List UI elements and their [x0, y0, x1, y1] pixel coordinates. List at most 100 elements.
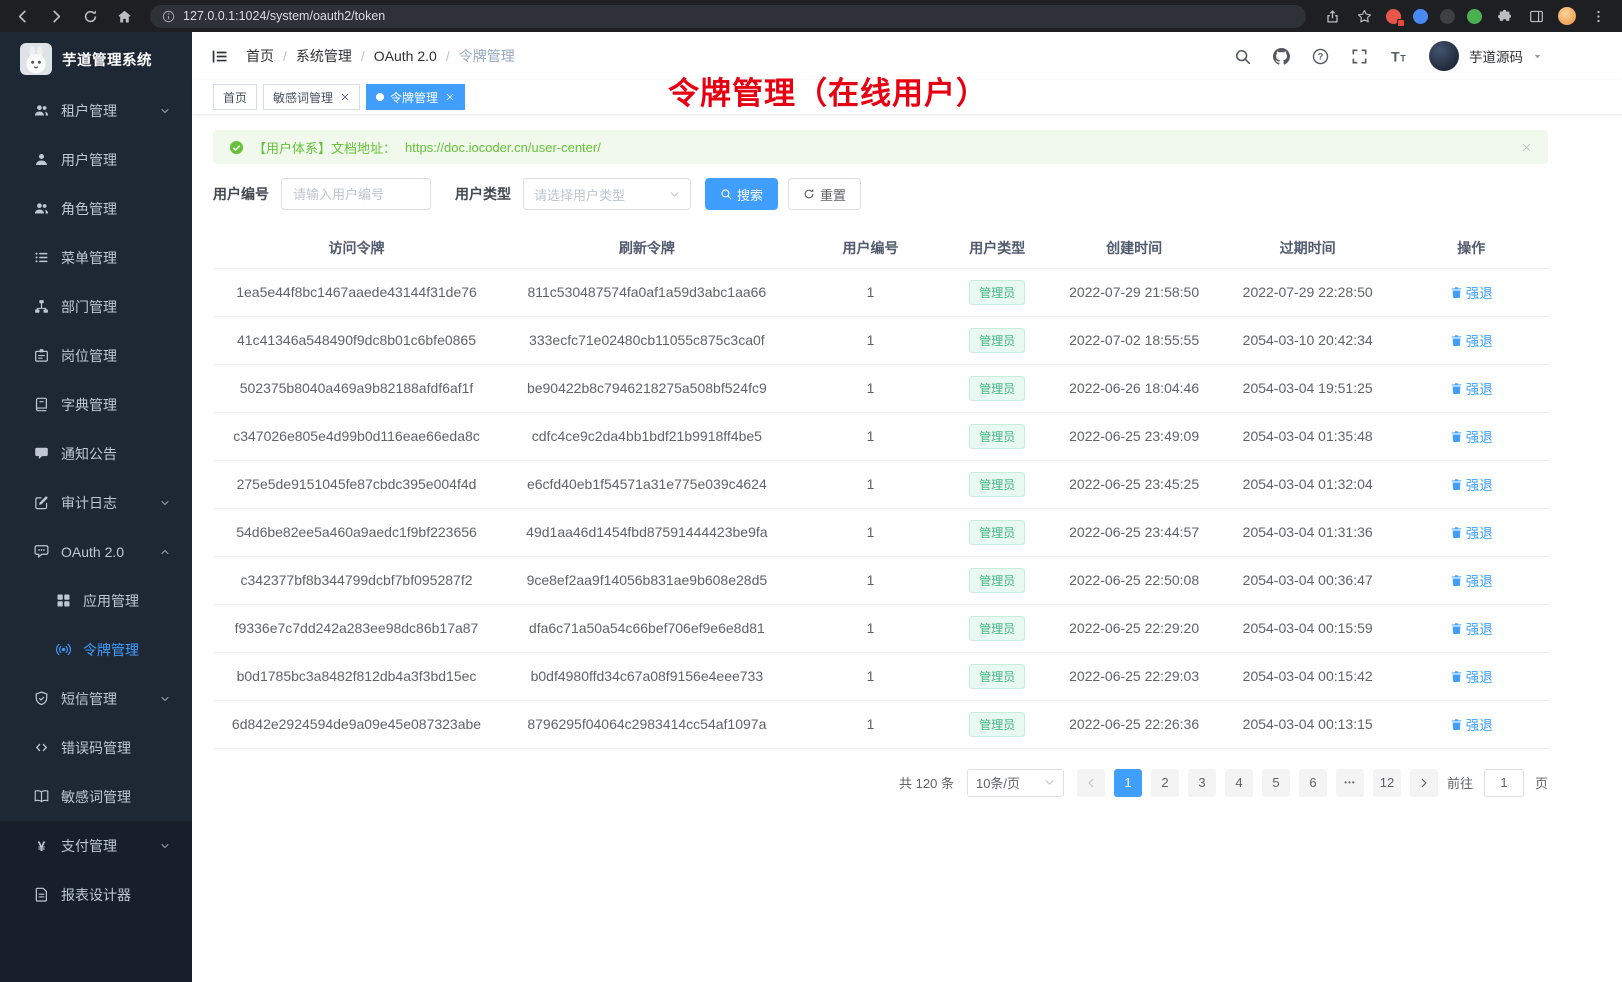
tab-sensitive-word[interactable]: 敏感词管理: [263, 84, 360, 110]
chevron-right-icon: [1418, 777, 1430, 789]
page-2-button[interactable]: 2: [1151, 769, 1179, 797]
user-icon: [34, 152, 49, 167]
app-logo[interactable]: 芋道管理系统: [0, 32, 192, 86]
sidebar-item-report-designer[interactable]: 报表设计器: [0, 870, 192, 919]
tab-token[interactable]: 令牌管理: [366, 84, 465, 110]
access-token-cell: 6d842e2924594de9a09e45e087323abe: [213, 700, 500, 748]
chevron-down-icon: [160, 498, 170, 508]
sidebar-item-notice[interactable]: 通知公告: [0, 429, 192, 478]
user-id-cell: 1: [794, 508, 948, 556]
sidebar-item-oauth2-token[interactable]: 令牌管理: [0, 625, 192, 674]
close-icon[interactable]: [340, 92, 350, 102]
force-logout-button[interactable]: 强退: [1450, 618, 1493, 638]
extension-1-button[interactable]: [1386, 9, 1401, 24]
sidebar-item-pay[interactable]: ¥支付管理: [0, 821, 192, 870]
goto-page-input[interactable]: [1484, 769, 1524, 797]
sidebar-item-audit-log[interactable]: 审计日志: [0, 478, 192, 527]
force-logout-button[interactable]: 强退: [1450, 522, 1493, 542]
tab-label: 令牌管理: [390, 89, 438, 106]
home-button[interactable]: [114, 6, 134, 26]
force-logout-button[interactable]: 强退: [1450, 426, 1493, 446]
profile-button[interactable]: [1558, 7, 1576, 25]
share-button[interactable]: [1322, 6, 1342, 26]
reset-button[interactable]: 重置: [788, 178, 861, 210]
fullscreen-button[interactable]: [1348, 45, 1370, 67]
force-logout-button[interactable]: 强退: [1450, 378, 1493, 398]
tree-icon: [34, 299, 49, 314]
sidebar-item-sms[interactable]: 短信管理: [0, 674, 192, 723]
action-cell: 强退: [1394, 508, 1548, 556]
close-icon[interactable]: [445, 92, 455, 102]
sidebar-item-role[interactable]: 角色管理: [0, 184, 192, 233]
sidebar-item-post[interactable]: 岗位管理: [0, 331, 192, 380]
page-4-button[interactable]: 4: [1225, 769, 1253, 797]
sidebar-item-menu[interactable]: 菜单管理: [0, 233, 192, 282]
force-logout-label: 强退: [1466, 618, 1493, 638]
page-1-button[interactable]: 1: [1114, 769, 1142, 797]
url-bar[interactable]: 127.0.0.1:1024/system/oauth2/token: [150, 5, 1306, 28]
collapse-sidebar-button[interactable]: [208, 45, 230, 67]
table-row: f9336e7c7dd242a283ee98dc86b17a87dfa6c71a…: [213, 604, 1548, 652]
sidebar-item-dict[interactable]: 字典管理: [0, 380, 192, 429]
page-6-button[interactable]: 6: [1299, 769, 1327, 797]
force-logout-button[interactable]: 强退: [1450, 570, 1493, 590]
sidebar-item-tenant[interactable]: 租户管理: [0, 86, 192, 135]
force-logout-button[interactable]: 强退: [1450, 330, 1493, 350]
forward-button[interactable]: [46, 6, 66, 26]
access-token-cell: b0d1785bc3a8482f812db4a3f3bd15ec: [213, 652, 500, 700]
breadcrumb-item[interactable]: OAuth 2.0: [374, 48, 437, 64]
extension-3-button[interactable]: [1440, 9, 1455, 24]
puzzle-button[interactable]: [1494, 6, 1514, 26]
breadcrumb-item[interactable]: 系统管理: [296, 46, 352, 66]
next-page-button[interactable]: [1410, 769, 1438, 797]
back-button[interactable]: [12, 6, 32, 26]
reload-button[interactable]: [80, 6, 100, 26]
user-menu-caret-icon[interactable]: [1533, 52, 1542, 61]
trash-icon: [1450, 574, 1463, 587]
panel-button[interactable]: [1526, 6, 1546, 26]
alert-close-icon[interactable]: [1521, 142, 1532, 153]
sidebar-item-oauth2-app[interactable]: 应用管理: [0, 576, 192, 625]
url-text: 127.0.0.1:1024/system/oauth2/token: [183, 9, 385, 23]
sidebar-item-label: 岗位管理: [61, 346, 170, 366]
extension-2-button[interactable]: [1413, 9, 1428, 24]
breadcrumb-item: 令牌管理: [459, 46, 515, 66]
filter-form: 用户编号 用户类型 请选择用户类型 搜索 重置: [213, 178, 1548, 210]
page-3-button[interactable]: 3: [1188, 769, 1216, 797]
site-info-icon[interactable]: [162, 10, 175, 23]
user-avatar[interactable]: [1429, 41, 1459, 71]
force-logout-button[interactable]: 强退: [1450, 714, 1493, 734]
star-button[interactable]: [1354, 6, 1374, 26]
user-type-select[interactable]: 请选择用户类型: [523, 178, 691, 210]
extension-4-button[interactable]: [1467, 9, 1482, 24]
page-12-button[interactable]: 12: [1373, 769, 1401, 797]
sidebar-item-error-code[interactable]: 错误码管理: [0, 723, 192, 772]
tab-home[interactable]: 首页: [213, 84, 257, 110]
sidebar-item-sensitive-word[interactable]: 敏感词管理: [0, 772, 192, 821]
page-size-select[interactable]: 10条/页: [967, 769, 1064, 797]
user-type-cell: 管理员: [947, 604, 1047, 652]
user-id-input[interactable]: [281, 178, 431, 210]
expire-time-cell: 2054-03-04 01:35:48: [1221, 412, 1395, 460]
help-button[interactable]: ?: [1309, 45, 1331, 67]
sidebar-item-dept[interactable]: 部门管理: [0, 282, 192, 331]
sidebar-item-oauth2[interactable]: OAuth 2.0: [0, 527, 192, 576]
sidebar-item-user[interactable]: 用户管理: [0, 135, 192, 184]
force-logout-button[interactable]: 强退: [1450, 666, 1493, 686]
page-more-button[interactable]: •••: [1336, 769, 1364, 797]
panel-icon: [1529, 9, 1544, 24]
font-size-button[interactable]: TT: [1387, 45, 1409, 67]
prev-page-button[interactable]: [1077, 769, 1105, 797]
sidebar-menu-lower: ¥支付管理报表设计器: [0, 821, 192, 982]
github-button[interactable]: [1270, 45, 1292, 67]
alert-link[interactable]: https://doc.iocoder.cn/user-center/: [405, 140, 601, 155]
more-button[interactable]: [1588, 6, 1608, 26]
search-button[interactable]: 搜索: [705, 178, 778, 210]
force-logout-button[interactable]: 强退: [1450, 474, 1493, 494]
sidebar-item-label: 菜单管理: [61, 248, 170, 268]
force-logout-button[interactable]: 强退: [1450, 282, 1493, 302]
page-5-button[interactable]: 5: [1262, 769, 1290, 797]
breadcrumb-item[interactable]: 首页: [246, 46, 274, 66]
column-header: 刷新令牌: [500, 228, 794, 268]
search-button[interactable]: [1231, 45, 1253, 67]
